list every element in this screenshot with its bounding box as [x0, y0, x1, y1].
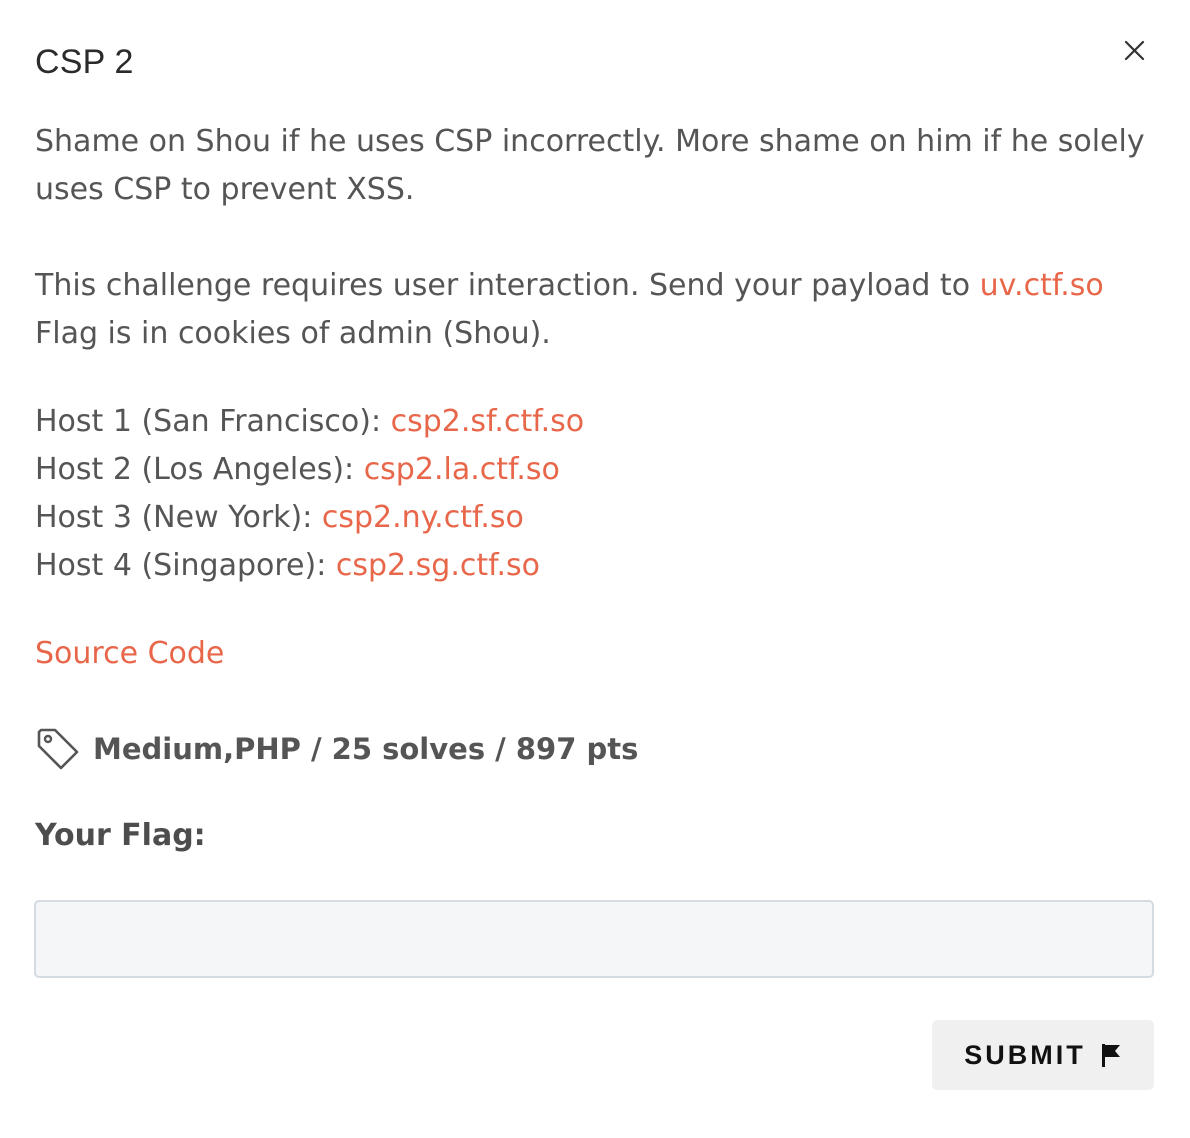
close-button[interactable]	[1118, 34, 1152, 68]
host-line: Host 1 (San Francisco): csp2.sf.ctf.so	[35, 398, 1145, 446]
host-line: Host 4 (Singapore): csp2.sg.ctf.so	[35, 542, 1145, 590]
interaction-note: This challenge requires user interaction…	[35, 262, 1145, 310]
host-label: Host 2 (Los Angeles):	[35, 452, 364, 487]
submit-label: SUBMIT	[964, 1039, 1086, 1070]
submit-button[interactable]: SUBMIT	[932, 1020, 1154, 1090]
host-line: Host 2 (Los Angeles): csp2.la.ctf.so	[35, 446, 1145, 494]
flag-label: Your Flag:	[35, 818, 206, 853]
host-link-ny[interactable]: csp2.ny.ctf.so	[322, 500, 524, 535]
host-line: Host 3 (New York): csp2.ny.ctf.so	[35, 494, 1145, 542]
flag-input[interactable]	[34, 900, 1154, 978]
host-label: Host 1 (San Francisco):	[35, 404, 391, 439]
flag-icon	[1101, 1044, 1120, 1067]
payload-link[interactable]: uv.ctf.so	[980, 268, 1104, 303]
host-link-sf[interactable]: csp2.sf.ctf.so	[391, 404, 585, 439]
close-icon	[1124, 40, 1145, 61]
modal-title: CSP 2	[35, 43, 134, 81]
meta-text: Medium,PHP / 25 solves / 897 pts	[93, 732, 639, 766]
source-code-link[interactable]: Source Code	[35, 630, 224, 678]
challenge-meta: Medium,PHP / 25 solves / 897 pts	[35, 724, 638, 774]
interaction-text: This challenge requires user interaction…	[35, 268, 980, 303]
host-link-la[interactable]: csp2.la.ctf.so	[364, 452, 560, 487]
challenge-description: Shame on Shou if he uses CSP incorrectly…	[35, 118, 1145, 590]
host-link-sg[interactable]: csp2.sg.ctf.so	[336, 548, 540, 583]
flag-location-note: Flag is in cookies of admin (Shou).	[35, 316, 551, 351]
host-label: Host 4 (Singapore):	[35, 548, 336, 583]
host-label: Host 3 (New York):	[35, 500, 322, 535]
tag-icon	[37, 728, 79, 770]
challenge-modal: CSP 2 Shame on Shou if he uses CSP incor…	[0, 0, 1190, 1138]
description-intro: Shame on Shou if he uses CSP incorrectly…	[35, 124, 1145, 207]
